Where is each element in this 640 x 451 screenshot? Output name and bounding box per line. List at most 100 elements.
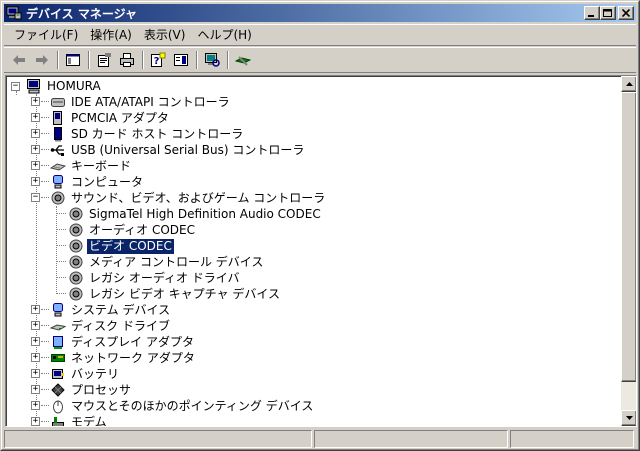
print-button[interactable]: [116, 49, 138, 71]
tree-child-item[interactable]: メディア コントロール デバイス: [68, 254, 265, 270]
expand-toggle[interactable]: +: [31, 145, 40, 154]
device-tree-pane: − HOMURA + IDE ATA/ATAPI コントローラ + PCMCIA アダ…: [5, 75, 637, 427]
usb-icon: [50, 142, 66, 158]
collapse-root-toggle[interactable]: −: [11, 82, 20, 91]
tree-item-label: キーボード: [71, 158, 132, 173]
scroll-down-button[interactable]: [621, 410, 636, 426]
tree-item[interactable]: サウンド、ビデオ、およびゲーム コントローラ: [50, 190, 327, 206]
tree-item[interactable]: SD カード ホスト コントローラ: [50, 126, 245, 142]
expand-toggle[interactable]: +: [31, 337, 40, 346]
uninstall-button[interactable]: [232, 49, 254, 71]
svg-text:?: ?: [154, 56, 160, 67]
properties-button[interactable]: [93, 49, 115, 71]
tree-line: [41, 133, 49, 134]
menu-action[interactable]: 操作(A): [84, 26, 138, 44]
tree-item[interactable]: USB (Universal Serial Bus) コントローラ: [50, 142, 306, 158]
expand-toggle[interactable]: +: [31, 161, 40, 170]
tree-line: [41, 197, 49, 198]
expand-toggle[interactable]: +: [31, 97, 40, 106]
tree-item[interactable]: コンピュータ: [50, 174, 145, 190]
tree-child-label: SigmaTel High Definition Audio CODEC: [89, 206, 321, 221]
tree-child-item[interactable]: SigmaTel High Definition Audio CODEC: [68, 206, 323, 222]
forward-button[interactable]: [31, 49, 53, 71]
status-panel-main: [4, 430, 312, 448]
device-manager-window: デバイス マネージャ ファイル(F) 操作(A) 表示(V) ヘルプ(H) ? …: [0, 0, 640, 451]
help-button[interactable]: ?: [147, 49, 169, 71]
menu-file[interactable]: ファイル(F): [8, 26, 84, 44]
tree-child-item[interactable]: レガシ オーディオ ドライバ: [68, 270, 242, 286]
tree-line: [41, 389, 49, 390]
expand-toggle[interactable]: +: [31, 417, 40, 426]
tree-child-label: レガシ オーディオ ドライバ: [89, 270, 240, 285]
tree-item[interactable]: システム デバイス: [50, 302, 172, 318]
vertical-scrollbar[interactable]: [621, 76, 636, 426]
expand-toggle[interactable]: +: [31, 385, 40, 394]
ide-controller-icon: [50, 94, 66, 110]
tree-item-label: モデム: [71, 414, 107, 427]
title-bar[interactable]: デバイス マネージャ: [4, 4, 636, 22]
tree-child-item[interactable]: レガシ ビデオ キャプチャ デバイス: [68, 286, 282, 302]
expand-toggle[interactable]: +: [31, 305, 40, 314]
back-button[interactable]: [8, 49, 30, 71]
tree-item[interactable]: プロセッサ: [50, 382, 133, 398]
tree-child-item[interactable]: ビデオ CODEC: [68, 237, 175, 255]
view-button[interactable]: [170, 49, 192, 71]
scan-hardware-icon: [205, 53, 220, 67]
tree-line: [56, 206, 57, 294]
tree-item[interactable]: キーボード: [49, 158, 133, 174]
system-device-icon: [50, 302, 66, 318]
menu-view[interactable]: 表示(V): [138, 26, 192, 44]
sd-host-icon: [50, 126, 66, 142]
collapse-toggle[interactable]: −: [31, 193, 40, 202]
tree-line: [41, 309, 49, 310]
display-adapter-icon: [50, 334, 66, 350]
tree-item-label: システム デバイス: [71, 302, 171, 317]
tree-root[interactable]: HOMURA: [26, 78, 103, 94]
expand-toggle[interactable]: +: [31, 129, 40, 138]
forward-icon: [36, 55, 48, 65]
minimize-button[interactable]: [584, 6, 600, 20]
scan-hardware-button[interactable]: [201, 49, 223, 71]
expand-toggle[interactable]: +: [31, 321, 40, 330]
toolbar-separator: [227, 51, 229, 69]
expand-toggle[interactable]: +: [31, 369, 40, 378]
status-panel-right: [510, 430, 634, 448]
tree-item-label: ネットワーク アダプタ: [71, 350, 195, 365]
tree-line: [57, 293, 66, 294]
tree-root-label: HOMURA: [47, 78, 101, 93]
expand-toggle[interactable]: +: [31, 401, 40, 410]
tree-item[interactable]: PCMCIA アダプタ: [50, 110, 171, 126]
tree-item[interactable]: モデム: [50, 414, 109, 426]
device-manager-icon: [6, 5, 22, 21]
tree-item[interactable]: ディスク ドライブ: [49, 318, 172, 334]
tree-item-label: PCMCIA アダプタ: [71, 110, 169, 125]
show-hide-tree-button[interactable]: [62, 49, 84, 71]
scroll-up-button[interactable]: [621, 76, 636, 92]
scroll-thumb[interactable]: [621, 92, 636, 382]
menu-bar: ファイル(F) 操作(A) 表示(V) ヘルプ(H): [4, 24, 636, 46]
expand-toggle[interactable]: +: [31, 177, 40, 186]
tree-line: [57, 277, 66, 278]
menu-help[interactable]: ヘルプ(H): [191, 26, 257, 44]
tree-line: [57, 261, 66, 262]
tree-line: [57, 213, 66, 214]
expand-toggle[interactable]: +: [31, 113, 40, 122]
tree-child-item[interactable]: オーディオ CODEC: [68, 222, 197, 238]
expand-toggle[interactable]: +: [31, 353, 40, 362]
device-tree[interactable]: − HOMURA + IDE ATA/ATAPI コントローラ + PCMCIA アダ…: [6, 76, 620, 426]
close-button[interactable]: [618, 6, 634, 20]
uninstall-icon: [235, 56, 251, 66]
tree-line: [57, 245, 66, 246]
tree-item[interactable]: ネットワーク アダプタ: [50, 350, 197, 366]
tree-item-label: ディスク ドライブ: [71, 318, 170, 333]
maximize-button[interactable]: [600, 6, 616, 20]
tree-line: [41, 165, 49, 166]
tree-item[interactable]: マウスとそのほかのポインティング デバイス: [50, 398, 315, 414]
tree-item[interactable]: ディスプレイ アダプタ: [50, 334, 196, 350]
tree-line: [41, 357, 49, 358]
sound-device-icon: [68, 254, 84, 270]
tree-item[interactable]: IDE ATA/ATAPI コントローラ: [50, 94, 232, 110]
tree-child-label: レガシ ビデオ キャプチャ デバイス: [89, 286, 280, 301]
tree-item[interactable]: バッテリ: [50, 366, 121, 382]
tree-line: [41, 149, 49, 150]
